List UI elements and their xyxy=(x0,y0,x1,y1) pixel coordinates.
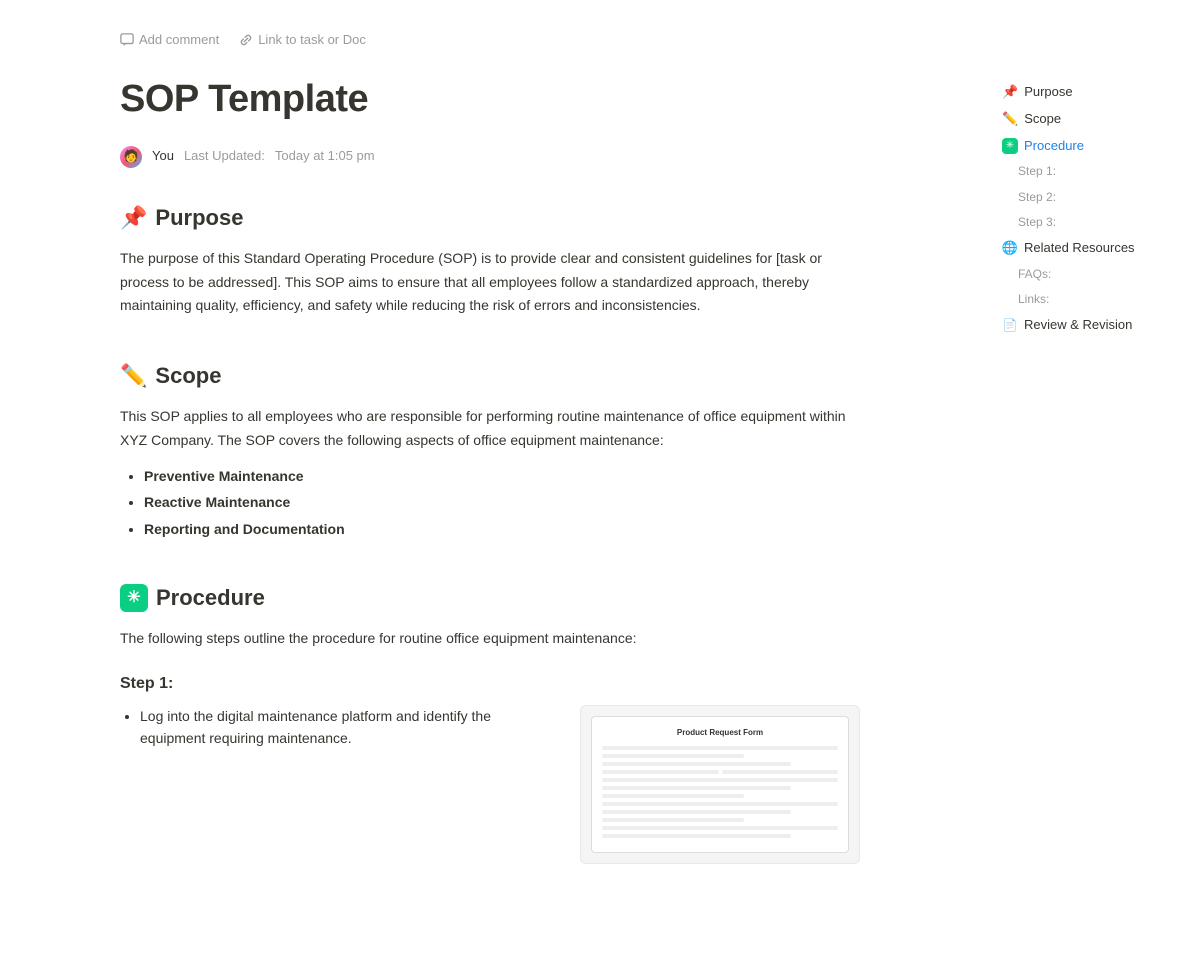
scope-body: This SOP applies to all employees who ar… xyxy=(120,405,860,453)
sidebar-procedure-label: Procedure xyxy=(1024,136,1084,157)
sidebar-procedure-icon: ✳ xyxy=(1002,138,1018,154)
sidebar-item-step2[interactable]: Step 2: xyxy=(996,186,1184,209)
purpose-icon: 📌 xyxy=(120,200,147,235)
step1-image-preview: Product Request Form xyxy=(580,705,860,864)
scope-icon: ✏️ xyxy=(120,358,147,393)
form-line-6 xyxy=(602,794,744,798)
sidebar-step3-label: Step 3: xyxy=(1018,213,1056,232)
sidebar-doc-icon: 📄 xyxy=(1002,318,1018,334)
scope-bullets: Preventive Maintenance Reactive Maintena… xyxy=(144,465,860,540)
sidebar-faqs-label: FAQs: xyxy=(1018,265,1051,284)
link-icon xyxy=(239,33,253,47)
sidebar-item-procedure[interactable]: ✳ Procedure xyxy=(996,134,1184,159)
form-line-4 xyxy=(602,778,838,782)
sidebar-item-review[interactable]: 📄 Review & Revision xyxy=(996,313,1184,338)
procedure-section: ✳ Procedure The following steps outline … xyxy=(120,580,860,863)
procedure-heading: ✳ Procedure xyxy=(120,580,860,615)
form-cell-1 xyxy=(602,770,719,774)
sidebar-scope-label: Scope xyxy=(1024,109,1061,130)
bullet-preventive: Preventive Maintenance xyxy=(144,465,860,487)
add-comment-button[interactable]: Add comment xyxy=(120,30,219,51)
procedure-intro: The following steps outline the procedur… xyxy=(120,627,860,651)
step1-bullet: Log into the digital maintenance platfor… xyxy=(140,705,560,750)
form-cell-2 xyxy=(722,770,839,774)
sidebar-step1-label: Step 1: xyxy=(1018,162,1056,181)
form-line-9 xyxy=(602,818,744,822)
form-preview-title: Product Request Form xyxy=(602,727,838,740)
sidebar-purpose-label: Purpose xyxy=(1024,82,1072,103)
step1-text: Log into the digital maintenance platfor… xyxy=(120,705,560,750)
sidebar-item-links[interactable]: Links: xyxy=(996,288,1184,311)
step1-content: Log into the digital maintenance platfor… xyxy=(120,705,860,864)
scope-heading: ✏️ Scope xyxy=(120,358,860,393)
form-line-2 xyxy=(602,754,744,758)
sidebar-purpose-icon: 📌 xyxy=(1002,82,1018,103)
purpose-section: 📌 Purpose The purpose of this Standard O… xyxy=(120,200,860,319)
step1-container: Step 1: Log into the digital maintenance… xyxy=(120,671,860,863)
page-wrapper: Add comment Link to task or Doc SOP Temp… xyxy=(0,0,1200,964)
form-line-5 xyxy=(602,786,791,790)
form-line-7 xyxy=(602,802,838,806)
form-line-10 xyxy=(602,826,838,830)
scope-section: ✏️ Scope This SOP applies to all employe… xyxy=(120,358,860,540)
form-preview: Product Request Form xyxy=(591,716,849,853)
bullet-reactive: Reactive Maintenance xyxy=(144,491,860,513)
purpose-heading: 📌 Purpose xyxy=(120,200,860,235)
sidebar: 📌 Purpose ✏️ Scope ✳ Procedure Step 1: S… xyxy=(980,60,1200,360)
last-updated-label: Last Updated: xyxy=(184,146,265,167)
bullet-reporting: Reporting and Documentation xyxy=(144,518,860,540)
form-grid-1 xyxy=(602,770,838,774)
sidebar-related-label: Related Resources xyxy=(1024,238,1135,259)
sidebar-item-purpose[interactable]: 📌 Purpose xyxy=(996,80,1184,105)
step1-heading: Step 1: xyxy=(120,671,860,697)
meta-row: 🧑 You Last Updated: Today at 1:05 pm xyxy=(120,146,860,168)
sidebar-scope-icon: ✏️ xyxy=(1002,109,1018,130)
sidebar-review-label: Review & Revision xyxy=(1024,315,1132,336)
sidebar-globe-icon: 🌐 xyxy=(1002,240,1018,256)
page-title: SOP Template xyxy=(120,69,860,130)
main-content: Add comment Link to task or Doc SOP Temp… xyxy=(40,0,940,964)
form-line-8 xyxy=(602,810,791,814)
form-line-3 xyxy=(602,762,791,766)
form-line-11 xyxy=(602,834,791,838)
sidebar-item-related[interactable]: 🌐 Related Resources xyxy=(996,236,1184,261)
sidebar-item-scope[interactable]: ✏️ Scope xyxy=(996,107,1184,132)
comment-icon xyxy=(120,33,134,47)
author-name: You xyxy=(152,146,174,167)
sidebar-item-step1[interactable]: Step 1: xyxy=(996,160,1184,183)
sidebar-item-faqs[interactable]: FAQs: xyxy=(996,263,1184,286)
link-task-button[interactable]: Link to task or Doc xyxy=(239,30,366,51)
toolbar: Add comment Link to task or Doc xyxy=(120,30,860,51)
purpose-body: The purpose of this Standard Operating P… xyxy=(120,247,860,318)
sidebar-step2-label: Step 2: xyxy=(1018,188,1056,207)
procedure-icon: ✳ xyxy=(120,584,148,612)
sidebar-item-step3[interactable]: Step 3: xyxy=(996,211,1184,234)
form-line-1 xyxy=(602,746,838,750)
sidebar-links-label: Links: xyxy=(1018,290,1049,309)
last-updated-value: Today at 1:05 pm xyxy=(275,146,375,167)
avatar: 🧑 xyxy=(120,146,142,168)
